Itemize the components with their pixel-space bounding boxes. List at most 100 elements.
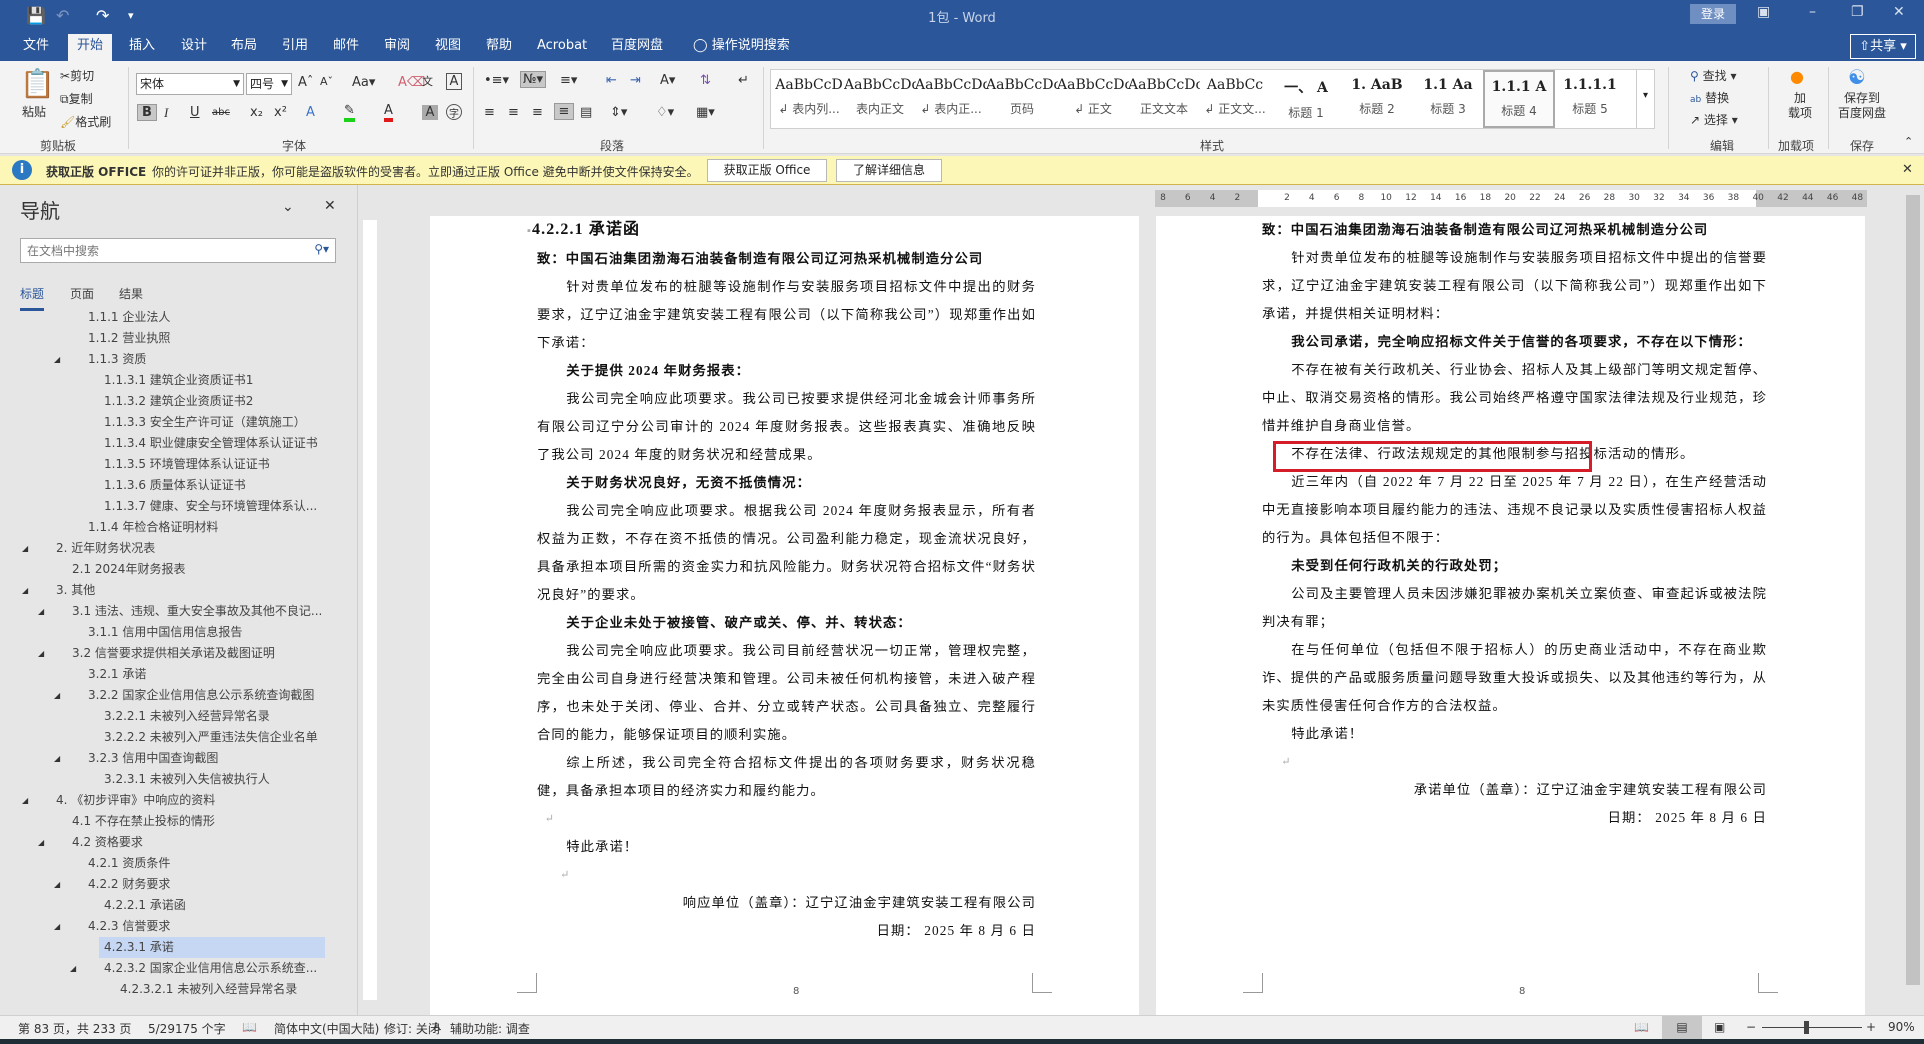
nav-heading-item[interactable]: ◢ 3.2 信誉要求提供相关承诺及截图证明 (0, 643, 340, 664)
restore-icon[interactable]: ❐ (1851, 4, 1864, 20)
align-left-icon[interactable]: ≡ (484, 105, 495, 120)
save-to-baidu-button[interactable]: 保存到 百度网盘 (1838, 91, 1886, 121)
nav-heading-item[interactable]: 1.1.2 营业执照 (0, 328, 340, 349)
expand-triangle-icon[interactable]: ◢ (22, 790, 28, 811)
bold-button[interactable]: B (137, 104, 157, 121)
zoom-slider[interactable] (1762, 1021, 1862, 1034)
tab-design[interactable]: 设计 (172, 34, 216, 61)
tab-layout[interactable]: 布局 (222, 34, 266, 61)
nav-heading-item[interactable]: 3.2.2.2 未被列入严重违法失信企业名单 (0, 727, 340, 748)
multilevel-list-icon[interactable]: ≡▾ (560, 73, 577, 88)
shading-icon[interactable]: ♢▾ (656, 105, 674, 120)
expand-triangle-icon[interactable]: ◢ (54, 916, 60, 937)
nav-heading-item[interactable]: ◢ 1.1.3 资质 (0, 349, 340, 370)
addins-button[interactable]: 加 载项 (1788, 91, 1812, 121)
search-icon[interactable]: ⚲▾ (314, 242, 329, 256)
nav-heading-item[interactable]: 2.1 2024年财务报表 (0, 559, 340, 580)
accessibility-status[interactable]: 辅助功能: 调查 (450, 1020, 530, 1037)
expand-triangle-icon[interactable]: ◢ (38, 643, 44, 664)
nav-heading-item[interactable]: ◢ 2. 近年财务状况表 (0, 538, 340, 559)
accessibility-icon[interactable]: ♿ (432, 1020, 443, 1034)
align-right-icon[interactable]: ≡ (532, 105, 543, 120)
web-layout-icon[interactable]: ▣ (1714, 1020, 1725, 1034)
nav-heading-item[interactable]: 1.1.1 企业法人 (0, 307, 340, 328)
nav-heading-item[interactable]: ◢ 4.2 资格要求 (0, 832, 340, 853)
nav-heading-item[interactable]: ◢ 3. 其他 (0, 580, 340, 601)
font-name-select[interactable]: 宋体 ▼ (136, 73, 244, 95)
character-border-icon[interactable]: A (446, 73, 462, 90)
style-7[interactable]: 一、 A 标题 1 (1270, 70, 1342, 128)
zoom-out-button[interactable]: − (1746, 1020, 1756, 1034)
copy-button[interactable]: ⧉复制 (60, 90, 93, 107)
nav-heading-item[interactable]: 1.1.3.1 建筑企业资质证书1 (0, 370, 340, 391)
justify-icon[interactable]: ≡ (554, 103, 574, 120)
style-10[interactable]: 1.1.1 A 标题 4 (1483, 70, 1555, 128)
nav-heading-item[interactable]: 3.2.2.1 未被列入经营异常名录 (0, 706, 340, 727)
nav-heading-item[interactable]: 3.1.1 信用中国信用信息报告 (0, 622, 340, 643)
tell-me-search[interactable]: ◯ 操作说明搜索 (684, 34, 799, 61)
line-spacing-icon[interactable]: ⇕▾ (610, 105, 627, 120)
tab-references[interactable]: 引用 (273, 34, 317, 61)
proofing-icon[interactable]: 📖 (242, 1020, 257, 1034)
shrink-font-icon[interactable]: Aˇ (320, 75, 333, 88)
style-11[interactable]: 1.1.1.1 标题 5 (1554, 70, 1626, 128)
nav-heading-item[interactable]: 4.2.3.1 承诺 (0, 937, 340, 958)
nav-heading-item[interactable]: ◢ 3.2.2 国家企业信用信息公示系统查询截图 (0, 685, 340, 706)
nav-heading-item[interactable]: ◢ 4.2.3.2 国家企业信用信息公示系统查... (0, 958, 340, 979)
expand-triangle-icon[interactable]: ◢ (54, 349, 60, 370)
document-page-right[interactable]: 8 致：中国石油集团渤海石油装备制造有限公司辽河热采机械制造分公司 针对贵单位发… (1156, 216, 1865, 1016)
nav-heading-item[interactable]: 4.2.3.2.1 未被列入经营异常名录 (0, 979, 340, 1000)
learn-more-button[interactable]: 了解详细信息 (836, 159, 942, 182)
highlight-color-icon[interactable]: ✎ (344, 103, 355, 122)
chevron-down-icon[interactable]: ⌄ (282, 199, 294, 215)
page-count[interactable]: 第 83 页，共 233 页 (18, 1020, 131, 1037)
expand-triangle-icon[interactable]: ◢ (70, 958, 76, 979)
login-button[interactable]: 登录 (1690, 4, 1736, 24)
collapse-ribbon-icon[interactable]: ⌃ (1904, 135, 1913, 148)
style-6[interactable]: AaBbCc ↲ 正文文... (1199, 70, 1271, 128)
format-painter-button[interactable]: 🖌格式刷 (60, 113, 111, 130)
phonetic-guide-icon[interactable]: 文 (422, 73, 433, 89)
tab-help[interactable]: 帮助 (477, 34, 521, 61)
style-5[interactable]: AaBbCcDc 正文文本 (1128, 70, 1200, 128)
tab-insert[interactable]: 插入 (120, 34, 164, 61)
nav-tab-pages[interactable]: 页面 (70, 285, 94, 302)
nav-heading-item[interactable]: 1.1.3.3 安全生产许可证（建筑施工） (0, 412, 340, 433)
show-marks-icon[interactable]: ↵ (738, 73, 749, 88)
style-3[interactable]: AaBbCcDc 页码 (986, 70, 1058, 128)
vertical-scrollbar[interactable] (1902, 185, 1924, 1015)
nav-heading-item[interactable]: 1.1.3.5 环境管理体系认证证书 (0, 454, 340, 475)
vertical-ruler[interactable] (361, 190, 379, 1015)
styles-more-button[interactable]: ▾ (1636, 70, 1654, 128)
expand-triangle-icon[interactable]: ◢ (54, 685, 60, 706)
nav-heading-item[interactable]: 1.1.3.2 建筑企业资质证书2 (0, 391, 340, 412)
nav-heading-item[interactable]: 1.1.3.4 职业健康安全管理体系认证证书 (0, 433, 340, 454)
increase-indent-icon[interactable]: ⇥ (630, 73, 641, 88)
nav-heading-item[interactable]: 3.2.1 承诺 (0, 664, 340, 685)
subscript-button[interactable]: x₂ (250, 105, 263, 120)
expand-triangle-icon[interactable]: ◢ (38, 601, 44, 622)
nav-heading-item[interactable]: ◢ 3.1 违法、违规、重大安全事故及其他不良记... (0, 601, 340, 622)
style-1[interactable]: AaBbCcDdI 表内正文 (844, 70, 916, 128)
scrollbar-thumb[interactable] (1906, 195, 1920, 985)
character-shading-icon[interactable]: A (422, 105, 438, 120)
find-button[interactable]: ⚲ 查找 ▾ (1690, 67, 1736, 84)
document-page-left[interactable]: 8 ▪4.2.2.1 承诺函 致：中国石油集团渤海石油装备制造有限公司辽河热采机… (430, 216, 1139, 1016)
style-4[interactable]: AaBbCcDc ↲ 正文 (1057, 70, 1129, 128)
print-layout-icon[interactable]: ▤ (1662, 1016, 1702, 1039)
paste-icon[interactable]: 📋 (20, 67, 55, 100)
expand-triangle-icon[interactable]: ◢ (54, 748, 60, 769)
nav-heading-item[interactable]: 4.2.1 资质条件 (0, 853, 340, 874)
nav-heading-item[interactable]: ◢ 4.2.3 信誉要求 (0, 916, 340, 937)
underline-button[interactable]: U (190, 105, 200, 120)
style-0[interactable]: AaBbCcD ↲ 表内列... (773, 70, 845, 128)
get-genuine-office-button[interactable]: 获取正版 Office (707, 159, 827, 182)
italic-button[interactable]: I (164, 105, 168, 121)
bullets-icon[interactable]: •≡▾ (484, 73, 509, 88)
paste-button[interactable]: 粘贴 (22, 103, 46, 120)
enclose-characters-icon[interactable]: 字 (446, 104, 462, 120)
close-icon[interactable]: ✕ (1902, 162, 1913, 177)
word-count[interactable]: 5/29175 个字 (148, 1020, 226, 1037)
nav-heading-item[interactable]: ◢ 4.2.2 财务要求 (0, 874, 340, 895)
nav-heading-item[interactable]: ◢ 3.2.3 信用中国查询截图 (0, 748, 340, 769)
